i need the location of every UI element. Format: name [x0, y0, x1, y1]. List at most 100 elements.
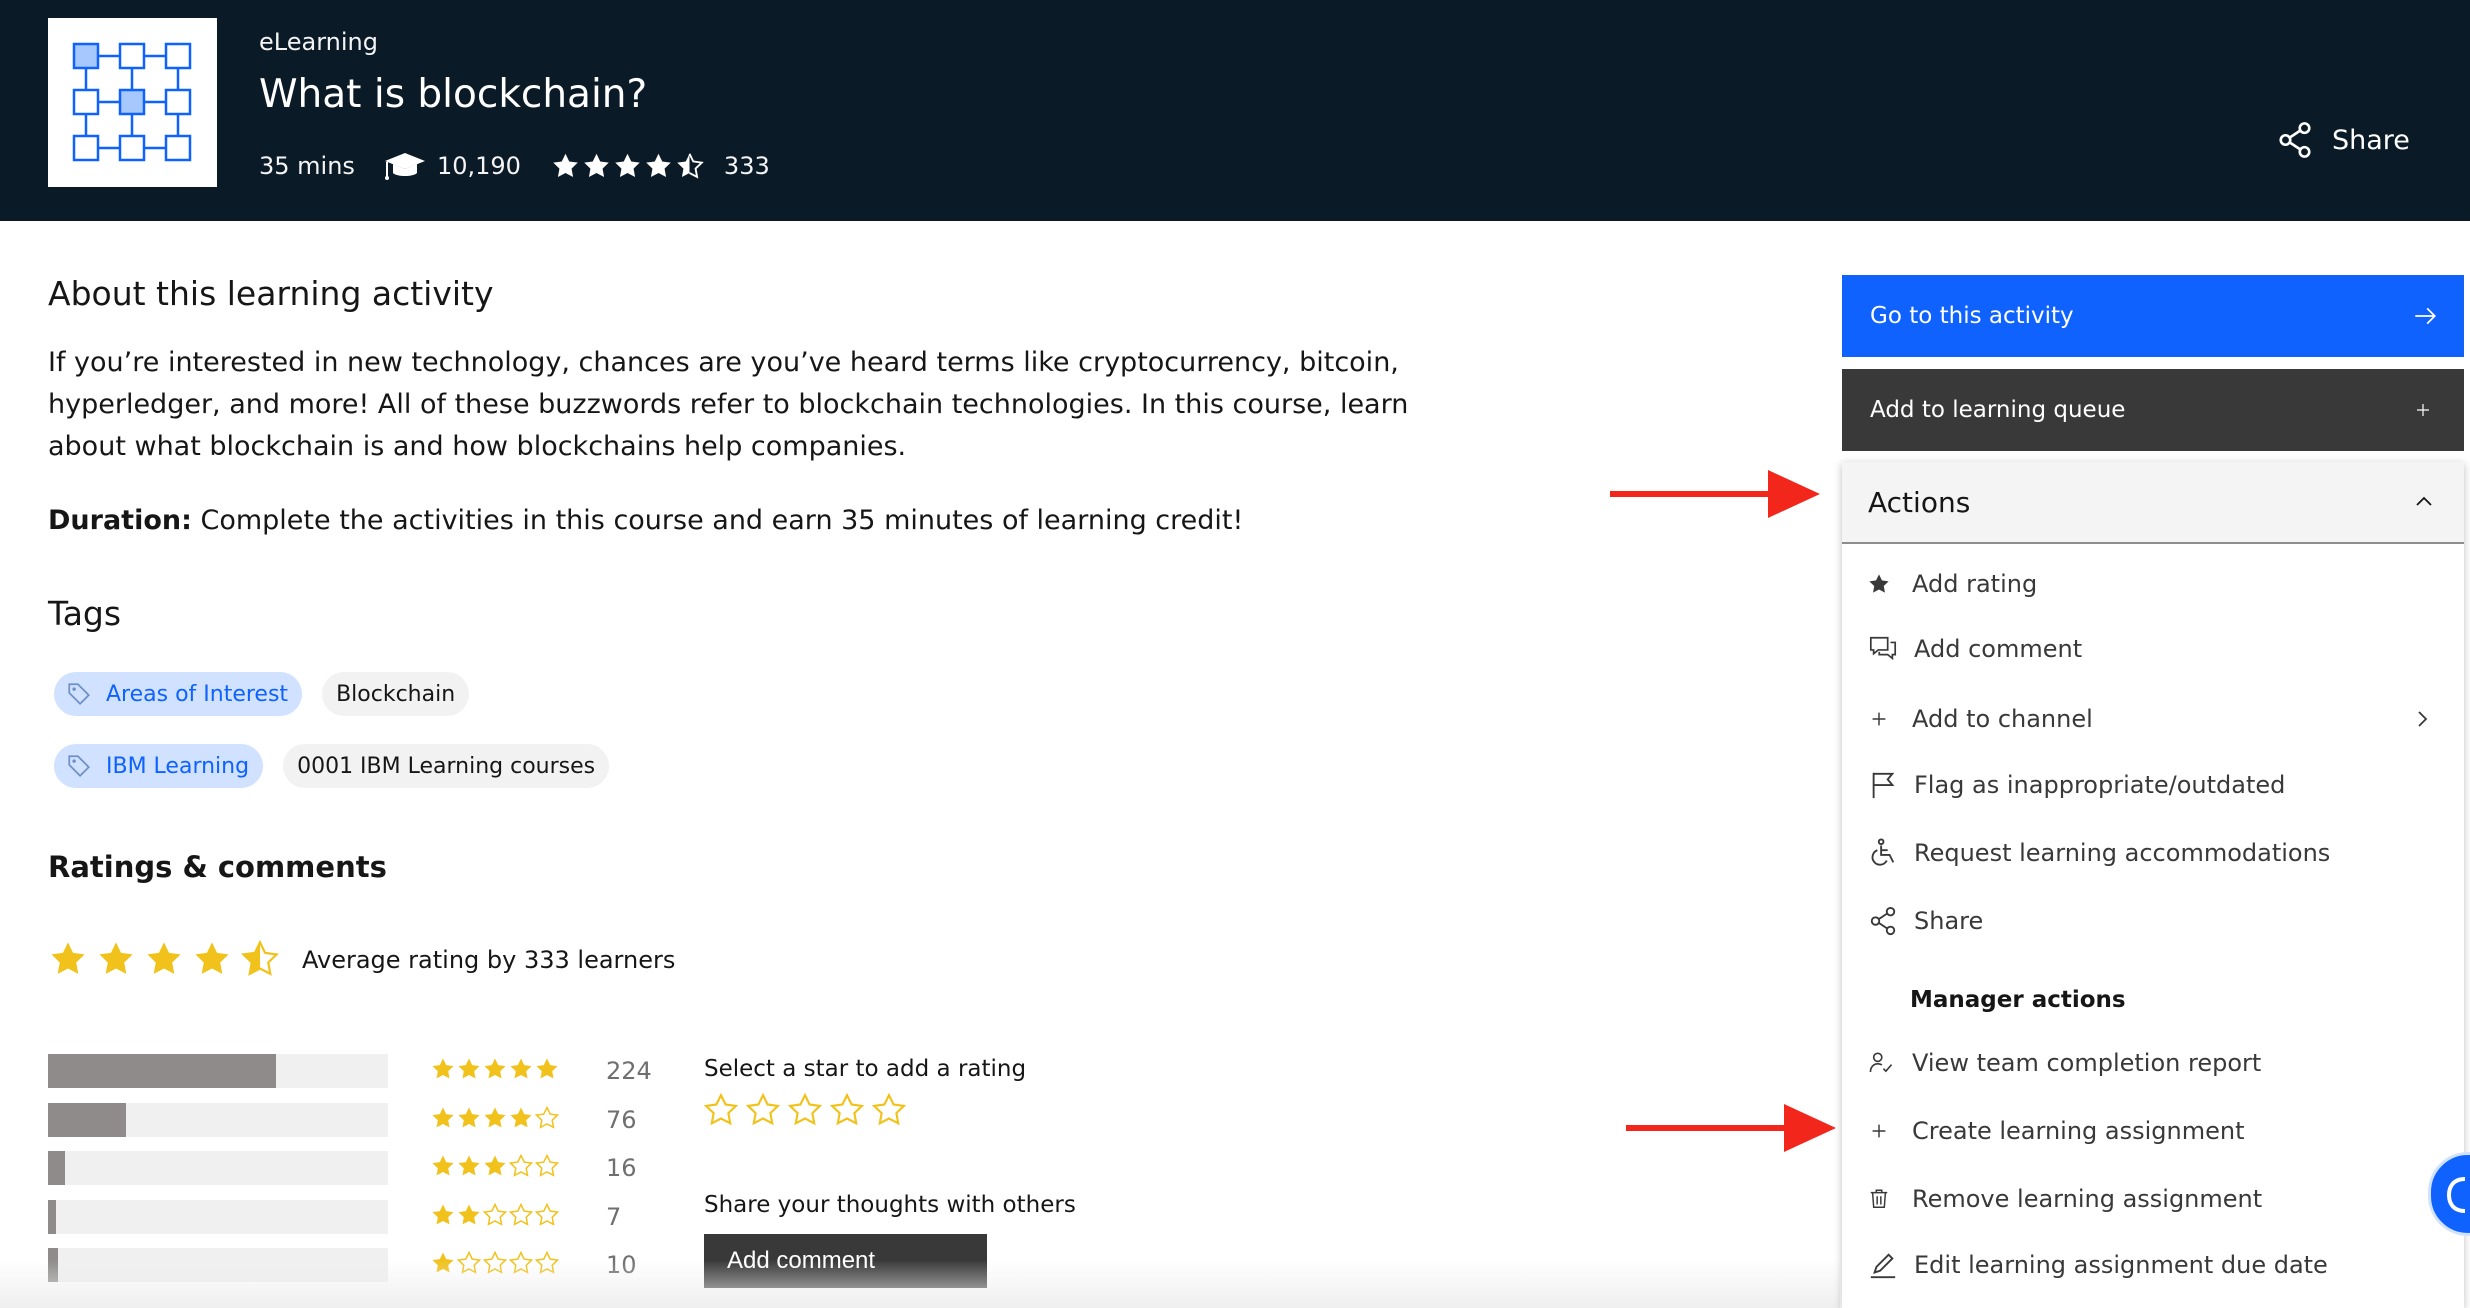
star-filled-icon [536, 1058, 558, 1079]
rating-breakdown-row: 76 [48, 1102, 1098, 1137]
course-meta: 35 mins 10,190 333 [259, 148, 770, 184]
rating-bar-fill [48, 1248, 59, 1282]
rating-bar-fill [48, 1151, 65, 1185]
star-filled-icon [432, 1252, 454, 1273]
star-filled-icon [458, 1107, 480, 1127]
average-rating-text: Average rating by 333 learners [302, 946, 676, 974]
menu-item-flag[interactable]: Flag as inappropriate/outdated [1842, 760, 2464, 810]
star-filled-icon [432, 1155, 454, 1176]
star-outline-icon [535, 1251, 559, 1274]
average-rating-stars [48, 940, 288, 978]
rating-bar-count: 16 [606, 1154, 637, 1182]
rating-bar-track [48, 1102, 388, 1137]
tag-icon [68, 755, 90, 777]
tag-category[interactable]: Areas of Interest [54, 672, 303, 716]
rating-bar-stars [431, 1057, 561, 1081]
actions-label: Actions [1868, 485, 1971, 519]
add-to-queue-button[interactable]: Add to learning queue [1842, 369, 2464, 451]
course-thumbnail [48, 18, 217, 187]
rating-bar-fill [48, 1054, 276, 1088]
add-to-queue-label: Add to learning queue [1870, 397, 2126, 423]
header-share-button[interactable]: Share [2276, 118, 2410, 162]
star-filled-icon [147, 942, 181, 974]
menu-item-add-to-channel[interactable]: Add to channel [1842, 694, 2464, 744]
menu-item-remove-assignment[interactable]: Remove learning assignment [1842, 1174, 2464, 1224]
rating-bar-stars [431, 1154, 561, 1178]
menu-item-share[interactable]: Share [1842, 896, 2464, 946]
star-filled-icon [432, 1107, 454, 1127]
menu-item-create-assignment[interactable]: Create learning assignment [1842, 1106, 2464, 1156]
menu-item-add-comment[interactable]: Add comment [1842, 624, 2464, 674]
menu-item-label: Add comment [1914, 635, 2083, 663]
rating-bar-count: 76 [606, 1105, 637, 1134]
menu-item-add-rating[interactable]: Add rating [1842, 559, 2464, 609]
tag-category-label: Areas of Interest [106, 681, 289, 707]
flag-icon [1872, 772, 1895, 799]
menu-item-edit-due-date[interactable]: Edit learning assignment due date [1842, 1240, 2464, 1290]
content-type-label: eLearning [259, 28, 378, 56]
add-comment-button[interactable]: Add comment [704, 1234, 987, 1288]
about-heading: About this learning activity [48, 274, 494, 313]
star-outline-icon[interactable] [704, 1093, 738, 1127]
star-filled-icon [510, 1058, 532, 1079]
duration-statement: Duration: Complete the activities in thi… [48, 502, 1243, 540]
menu-item-label: Edit learning assignment due date [1914, 1251, 2328, 1279]
menu-item-accommodations[interactable]: Request learning accommodations [1842, 828, 2464, 878]
course-header: eLearning What is blockchain? 35 mins 10… [0, 0, 2470, 221]
user-check-icon [1869, 1052, 1893, 1073]
star-filled-icon [646, 153, 671, 177]
graduation-cap-icon [384, 153, 425, 180]
actions-toggle[interactable]: Actions [1842, 462, 2464, 544]
star-outline-icon[interactable] [830, 1093, 864, 1127]
rating-bar-stars [431, 1202, 561, 1227]
star-outline-icon [509, 1251, 533, 1274]
tag-row: IBM Learning 0001 IBM Learning courses [54, 744, 610, 788]
annotation-arrow-create-assignment [1626, 1104, 1836, 1152]
menu-item-label: Share [1914, 907, 1984, 935]
tag-category[interactable]: IBM Learning [54, 744, 264, 788]
rating-input-stars [704, 1093, 914, 1127]
tag-value[interactable]: Blockchain [322, 672, 470, 716]
star-filled-icon [432, 1204, 454, 1224]
star-outline-icon [457, 1251, 481, 1274]
menu-item-team-report[interactable]: View team completion report [1842, 1038, 2464, 1088]
rating-bar-track [48, 1054, 388, 1088]
rating-bar-track [48, 1151, 388, 1185]
star-icon [1869, 574, 1889, 593]
duration-label: Duration: [48, 505, 192, 536]
blockchain-grid-icon [72, 42, 192, 162]
star-outline-icon[interactable] [746, 1093, 780, 1127]
tag-value[interactable]: 0001 IBM Learning courses [283, 744, 610, 788]
plus-icon [2417, 404, 2429, 416]
star-filled-icon [584, 153, 609, 177]
star-filled-icon [458, 1155, 480, 1176]
duration-text-body: Complete the activities in this course a… [191, 505, 1244, 536]
trash-icon [1870, 1189, 1888, 1208]
page-title: What is blockchain? [259, 72, 648, 117]
plus-icon [1872, 712, 1886, 726]
star-half-icon [677, 153, 704, 179]
rating-bar-stars [431, 1251, 561, 1275]
duration-text: 35 mins [259, 152, 355, 180]
rating-count: 333 [723, 152, 770, 180]
star-outline-icon [483, 1251, 507, 1274]
star-outline-icon [509, 1154, 533, 1177]
arrow-right-icon [2415, 307, 2436, 325]
rating-bar-count: 10 [606, 1251, 637, 1279]
star-filled-icon [432, 1058, 454, 1079]
tag-icon [68, 683, 90, 705]
star-filled-icon [484, 1058, 506, 1079]
go-to-activity-button[interactable]: Go to this activity [1842, 275, 2464, 357]
star-filled-icon [51, 942, 85, 974]
plus-icon [1872, 1124, 1886, 1138]
share-icon [2279, 122, 2311, 158]
header-rating-stars [551, 152, 706, 180]
menu-item-label: Request learning accommodations [1914, 839, 2331, 867]
edit-icon [1870, 1253, 1896, 1279]
comment-icon [1869, 636, 1897, 661]
star-filled-icon [458, 1204, 480, 1224]
chevron-right-icon [2418, 711, 2428, 727]
star-outline-icon[interactable] [788, 1093, 822, 1127]
star-outline-icon[interactable] [872, 1093, 906, 1127]
rating-bar-stars [431, 1105, 561, 1130]
